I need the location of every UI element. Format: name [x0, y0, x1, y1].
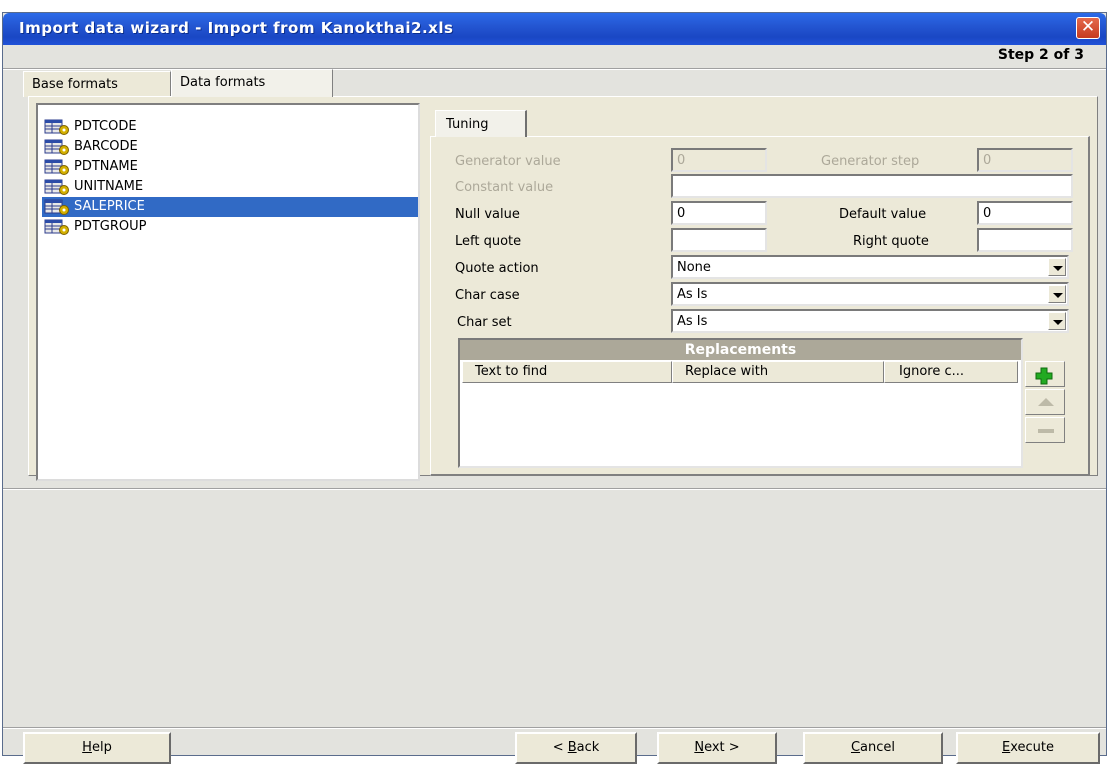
char-case-select[interactable]: As Is [671, 282, 1069, 306]
replacements-title: Replacements [460, 340, 1021, 360]
field-name: PDTCODE [74, 119, 137, 134]
left-quote-label: Left quote [455, 234, 522, 249]
table-field-icon [44, 139, 69, 155]
minus-icon [1038, 429, 1054, 433]
chevron-down-icon[interactable] [1048, 312, 1066, 330]
tab-tuning-label: Tuning [446, 117, 489, 132]
triangle-up-icon [1038, 398, 1054, 406]
window-title: Import data wizard - Import from Kanokth… [19, 19, 454, 37]
execute-button-hotkey: E [1002, 740, 1011, 755]
null-value-label: Null value [455, 207, 520, 222]
char-set-value: As Is [677, 314, 708, 329]
back-button-pre: < [552, 740, 568, 755]
generator-step-input[interactable]: 0 [977, 148, 1073, 172]
back-button[interactable]: < Back [515, 732, 637, 764]
tab-base-formats-label: Base formats [32, 77, 118, 92]
table-field-icon [44, 119, 69, 135]
right-quote-label: Right quote [853, 234, 929, 249]
field-name: BARCODE [74, 139, 138, 154]
generator-value-label: Generator value [455, 154, 561, 169]
chevron-down-icon[interactable] [1048, 285, 1066, 303]
next-button-hotkey: N [694, 740, 705, 755]
column-header-replace-with[interactable]: Replace with [672, 361, 884, 383]
cancel-button-hotkey: C [850, 740, 861, 755]
execute-button-post: xecute [1010, 740, 1054, 755]
field-name: PDTGROUP [74, 219, 147, 234]
null-value-input[interactable]: 0 [671, 201, 767, 225]
right-quote-input[interactable] [977, 228, 1073, 252]
footer-divider [3, 727, 1106, 729]
list-item-selected[interactable]: SALEPRICE [42, 197, 418, 217]
default-value-input[interactable]: 0 [977, 201, 1073, 225]
list-item[interactable]: BARCODE [42, 137, 418, 157]
table-field-icon [44, 199, 69, 215]
plus-icon [1035, 367, 1053, 385]
close-icon: ✕ [1080, 17, 1096, 37]
left-quote-input[interactable] [671, 228, 767, 252]
next-button-post: ext > [704, 740, 740, 755]
wizard-window: Import data wizard - Import from Kanokth… [2, 12, 1107, 764]
table-field-icon [44, 159, 69, 175]
list-item[interactable]: PDTNAME [42, 157, 418, 177]
quote-action-value: None [677, 260, 711, 275]
generator-step-label: Generator step [821, 154, 920, 169]
table-field-icon [44, 219, 69, 235]
char-case-value: As Is [677, 287, 708, 302]
help-button[interactable]: Help [23, 732, 171, 764]
help-button-hotkey: H [82, 740, 92, 755]
step-indicator: Step 2 of 3 [997, 47, 1084, 63]
tab-data-formats[interactable]: Data formats [171, 69, 333, 97]
remove-replacement-button[interactable] [1025, 417, 1065, 443]
default-value-label: Default value [839, 207, 927, 222]
field-name: PDTNAME [74, 159, 138, 174]
cancel-button-post: ancel [860, 740, 896, 755]
char-set-select[interactable]: As Is [671, 309, 1069, 333]
tab-base-formats[interactable]: Base formats [23, 71, 171, 97]
cancel-button[interactable]: Cancel [803, 732, 943, 764]
char-set-label: Char set [457, 315, 512, 330]
generator-value-input[interactable]: 0 [671, 148, 767, 172]
next-button[interactable]: Next > [657, 732, 777, 764]
field-name: UNITNAME [74, 179, 144, 194]
list-item[interactable]: PDTGROUP [42, 217, 418, 237]
back-button-hotkey: B [567, 740, 577, 755]
close-button[interactable]: ✕ [1076, 17, 1100, 39]
tab-data-formats-label: Data formats [180, 75, 266, 90]
back-button-post: ack [576, 740, 600, 755]
help-button-post: elp [91, 740, 112, 755]
constant-value-input[interactable] [671, 174, 1073, 198]
replacements-grid[interactable]: Replacements Text to find Replace with I… [458, 338, 1023, 468]
execute-button[interactable]: Execute [956, 732, 1100, 764]
quote-action-label: Quote action [455, 261, 539, 276]
table-field-icon [44, 179, 69, 195]
tab-tuning[interactable]: Tuning [435, 110, 527, 137]
list-item[interactable]: PDTCODE [42, 117, 418, 137]
field-name: SALEPRICE [74, 199, 145, 214]
column-header-text-to-find[interactable]: Text to find [462, 361, 672, 383]
move-up-button[interactable] [1025, 389, 1065, 415]
list-item[interactable]: UNITNAME [42, 177, 418, 197]
content-divider [3, 488, 1106, 490]
column-header-ignore-case[interactable]: Ignore c... [884, 361, 1018, 383]
char-case-label: Char case [455, 288, 520, 303]
title-bar[interactable]: Import data wizard - Import from Kanokth… [3, 13, 1106, 45]
chevron-down-icon[interactable] [1048, 258, 1066, 276]
quote-action-select[interactable]: None [671, 255, 1069, 279]
add-replacement-button[interactable] [1025, 361, 1065, 387]
constant-value-label: Constant value [455, 180, 554, 195]
header-divider [3, 68, 1106, 70]
field-list[interactable]: PDTCODE BARCODE PDTNAME UNITNAME SALEPRI… [36, 103, 420, 481]
